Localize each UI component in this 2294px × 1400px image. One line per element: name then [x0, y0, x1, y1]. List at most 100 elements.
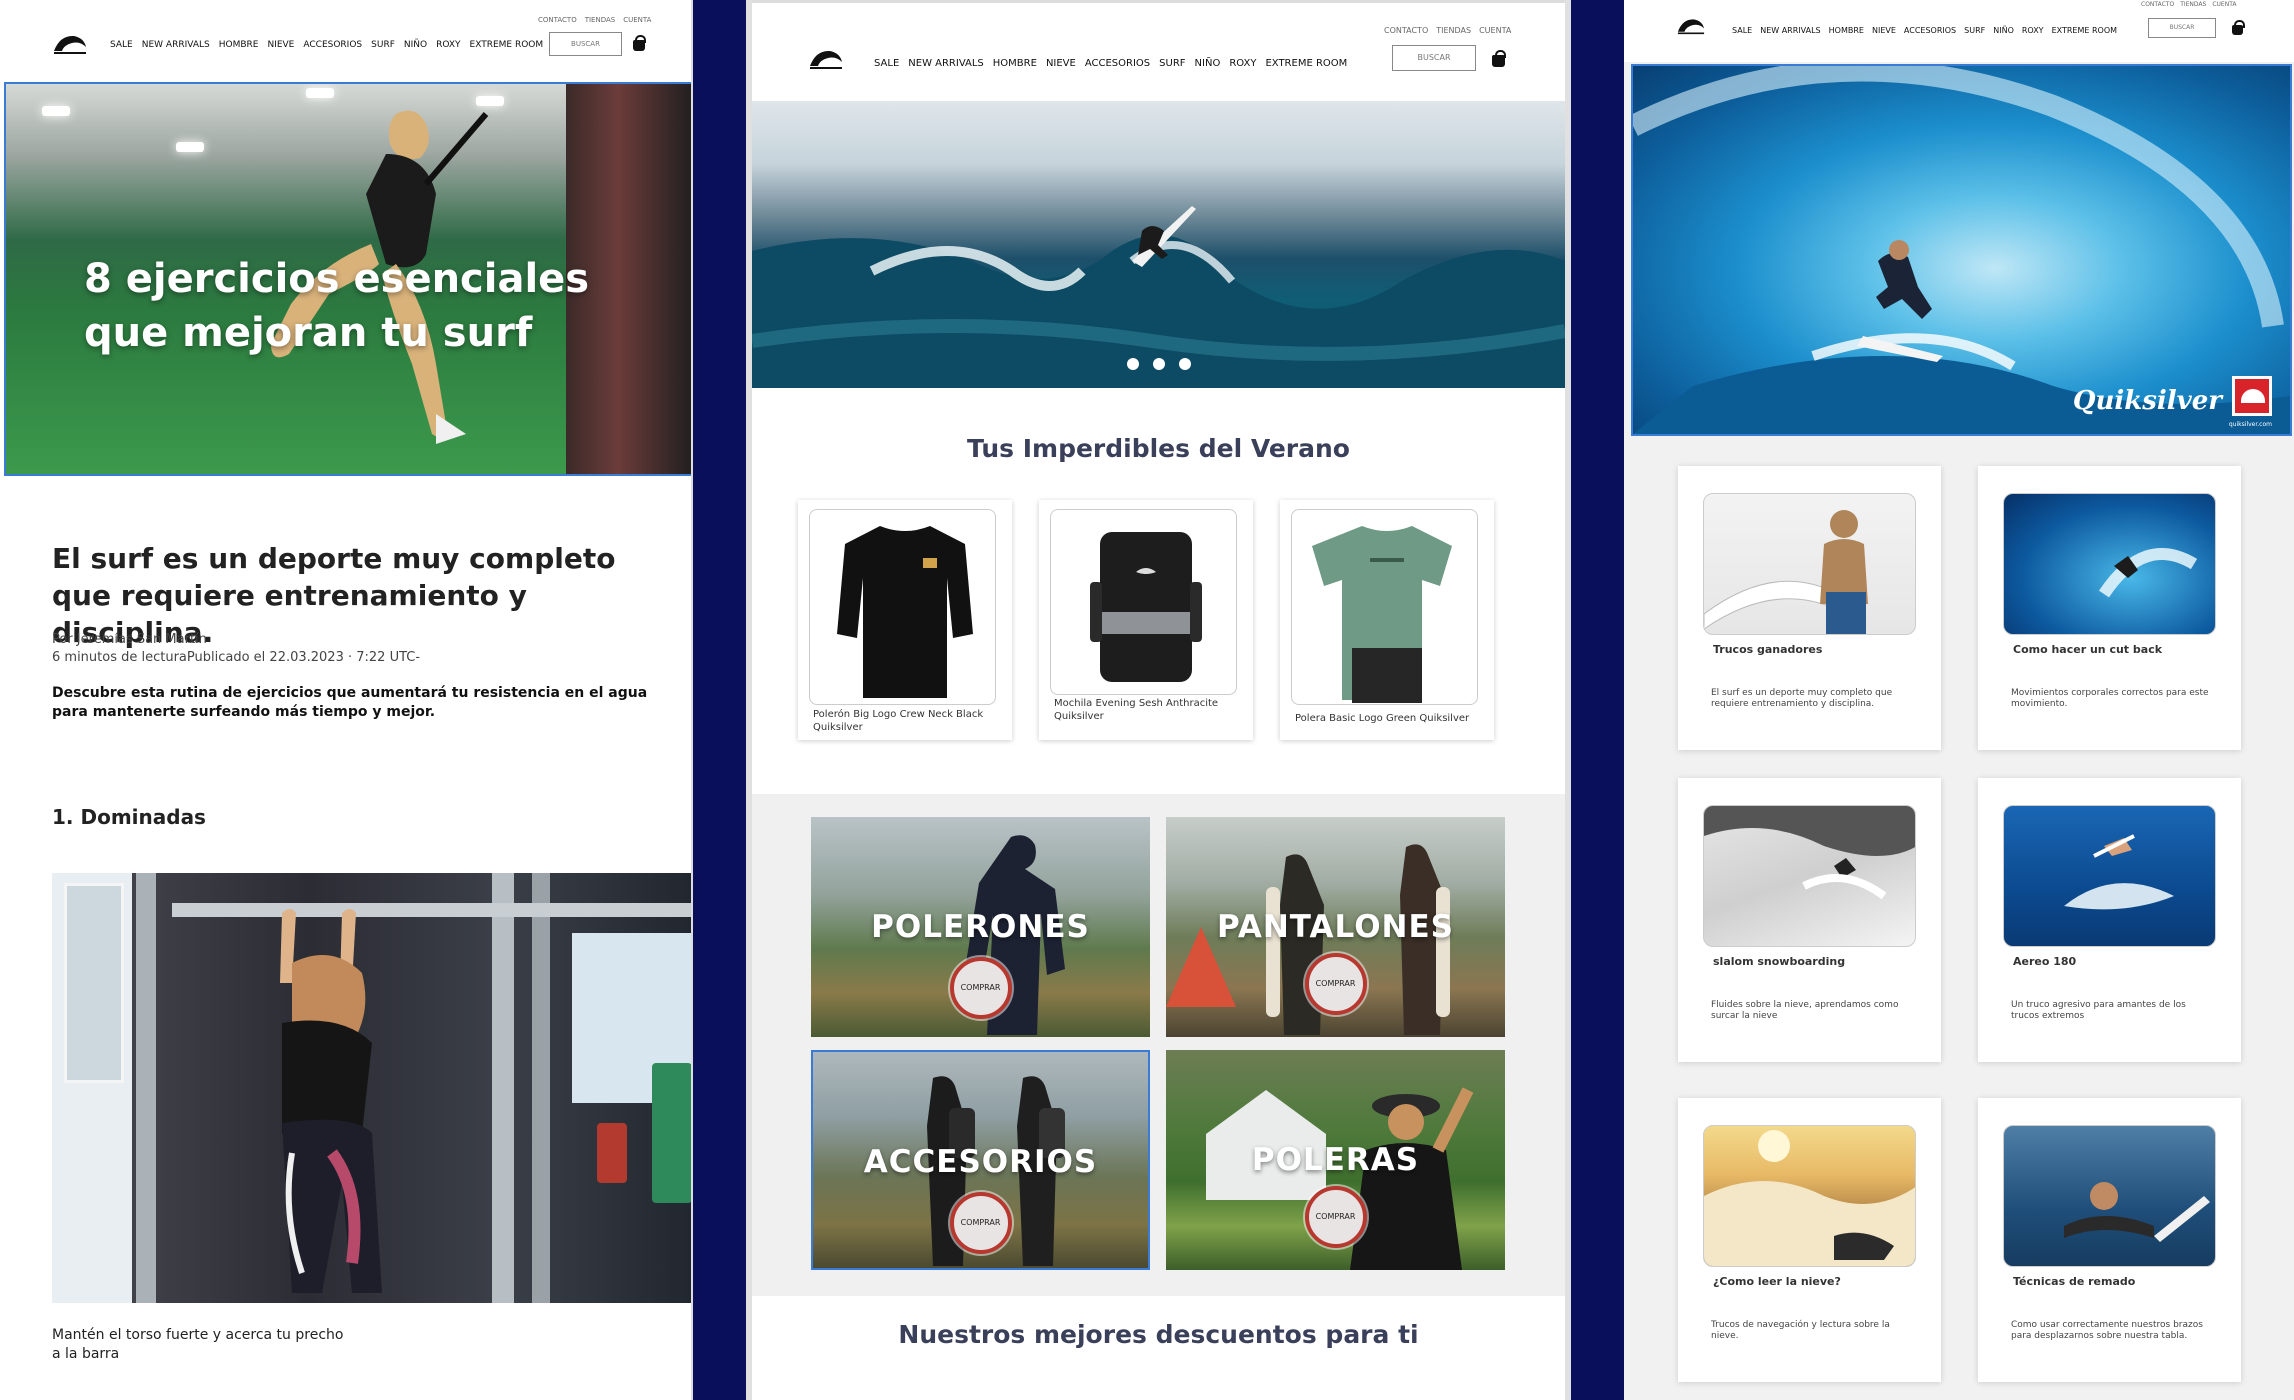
nav-accesorios[interactable]: ACCESORIOS	[1904, 26, 1956, 35]
featured-section: Tus Imperdibles del Verano Polerón Big L…	[752, 388, 1565, 794]
nav-nino[interactable]: NIÑO	[404, 40, 427, 50]
product-name[interactable]: Mochila Evening Sesh Anthracite Quiksilv…	[1054, 697, 1244, 723]
slider-dot-2[interactable]	[1152, 358, 1165, 370]
main-nav: SALE NEW ARRIVALS HOMBRE NIEVE ACCESORIO…	[874, 58, 1347, 69]
blog-card-image	[2003, 1125, 2216, 1267]
comprar-button[interactable]: COMPRAR	[1304, 1186, 1367, 1248]
site-header: SALE NEW ARRIVALS HOMBRE NIEVE ACCESORIO…	[752, 0, 1565, 101]
nav-new-arrivals[interactable]: NEW ARRIVALS	[142, 40, 210, 50]
nav-new-arrivals[interactable]: NEW ARRIVALS	[908, 58, 984, 69]
blog-card-desc: Como usar correctamente nuestros brazos …	[2011, 1320, 2203, 1341]
nav-surf[interactable]: SURF	[1159, 58, 1185, 69]
nav-extreme-room[interactable]: EXTREME ROOM	[2052, 26, 2117, 35]
blog-card[interactable]: ¿Como leer la nieve? Trucos de navegació…	[1678, 1098, 1941, 1382]
main-nav: SALE NEW ARRIVALS HOMBRE NIEVE ACCESORIO…	[110, 40, 543, 50]
util-contacto[interactable]: CONTACTO	[538, 16, 577, 24]
category-pantalones[interactable]: PANTALONES COMPRAR	[1166, 817, 1505, 1037]
util-tiendas[interactable]: TIENDAS	[585, 16, 616, 24]
util-tiendas[interactable]: TIENDAS	[1436, 26, 1471, 35]
nav-roxy[interactable]: ROXY	[2022, 26, 2044, 35]
discounts-title: Nuestros mejores descuentos para ti	[898, 1320, 1419, 1349]
nav-accesorios[interactable]: ACCESORIOS	[1085, 58, 1150, 69]
util-contacto[interactable]: CONTACTO	[2141, 1, 2174, 8]
utility-nav: CONTACTO TIENDAS CUENTA	[538, 16, 651, 24]
nav-extreme-room[interactable]: EXTREME ROOM	[1265, 58, 1347, 69]
util-contacto[interactable]: CONTACTO	[1384, 26, 1428, 35]
comprar-button[interactable]: COMPRAR	[949, 1192, 1012, 1254]
blog-card[interactable]: Como hacer un cut back Movimientos corpo…	[1978, 466, 2241, 750]
blog-card[interactable]: Trucos ganadores El surf es un deporte m…	[1678, 466, 1941, 750]
blog-card-title[interactable]: slalom snowboarding	[1713, 955, 1845, 968]
cart-bag-icon[interactable]	[633, 35, 646, 51]
product-card[interactable]: Mochila Evening Sesh Anthracite Quiksilv…	[1039, 500, 1253, 740]
blog-card-image	[2003, 493, 2216, 635]
category-poleras[interactable]: POLERAS COMPRAR	[1166, 1050, 1505, 1270]
nav-surf[interactable]: SURF	[1964, 26, 1985, 35]
nav-nieve[interactable]: NIEVE	[1046, 58, 1076, 69]
blog-card-desc: Fluides sobre la nieve, aprendamos como …	[1711, 1000, 1899, 1021]
brand-logo-icon[interactable]	[52, 33, 88, 55]
product-name[interactable]: Polerón Big Logo Crew Neck Black Quiksil…	[813, 708, 1003, 734]
brand-badge-icon	[2232, 376, 2272, 416]
search-button[interactable]: BUSCAR	[549, 32, 622, 56]
nav-sale[interactable]: SALE	[1732, 26, 1752, 35]
product-card[interactable]: Polerón Big Logo Crew Neck Black Quiksil…	[798, 500, 1012, 740]
nav-sale[interactable]: SALE	[110, 40, 133, 50]
nav-surf[interactable]: SURF	[371, 40, 395, 50]
brand-logo-icon[interactable]	[808, 48, 844, 70]
blog-card-title[interactable]: Aereo 180	[2013, 955, 2076, 968]
featured-title: Tus Imperdibles del Verano	[967, 434, 1350, 463]
category-label: ACCESORIOS	[863, 1144, 1098, 1180]
blog-card[interactable]: Aereo 180 Un truco agresivo para amantes…	[1978, 778, 2241, 1062]
cart-bag-icon[interactable]	[2232, 20, 2245, 35]
util-cuenta[interactable]: CUENTA	[623, 16, 651, 24]
nav-extreme-room[interactable]: EXTREME ROOM	[470, 40, 544, 50]
nav-accesorios[interactable]: ACCESORIOS	[303, 40, 362, 50]
blog-card-title[interactable]: Como hacer un cut back	[2013, 643, 2162, 656]
category-label: PANTALONES	[1217, 909, 1454, 945]
brand-logo-icon[interactable]	[1676, 17, 1706, 35]
nav-roxy[interactable]: ROXY	[1229, 58, 1256, 69]
nav-sale[interactable]: SALE	[874, 58, 899, 69]
product-card[interactable]: Polera Basic Logo Green Quiksilver	[1280, 500, 1494, 740]
product-name[interactable]: Polera Basic Logo Green Quiksilver	[1295, 712, 1485, 725]
blog-card-title[interactable]: Trucos ganadores	[1713, 643, 1822, 656]
blog-card-desc: Trucos de navegación y lectura sobre la …	[1711, 1320, 1890, 1341]
nav-nino[interactable]: NIÑO	[1195, 58, 1221, 69]
blog-card[interactable]: slalom snowboarding Fluides sobre la nie…	[1678, 778, 1941, 1062]
article-published: 6 minutos de lecturaPublicado el 22.03.2…	[52, 650, 421, 665]
nav-nieve[interactable]: NIEVE	[1872, 26, 1896, 35]
util-cuenta[interactable]: CUENTA	[2212, 1, 2236, 8]
site-header: SALE NEW ARRIVALS HOMBRE NIEVE ACCESORIO…	[0, 0, 691, 80]
nav-hombre[interactable]: HOMBRE	[993, 58, 1037, 69]
search-button[interactable]: BUSCAR	[1392, 45, 1476, 71]
nav-nieve[interactable]: NIEVE	[267, 40, 294, 50]
blog-card-title[interactable]: ¿Como leer la nieve?	[1713, 1275, 1841, 1288]
nav-hombre[interactable]: HOMBRE	[219, 40, 259, 50]
util-tiendas[interactable]: TIENDAS	[2180, 1, 2206, 8]
slider-dot-1[interactable]	[1126, 358, 1139, 370]
blog-card-title[interactable]: Técnicas de remado	[2013, 1275, 2135, 1288]
comprar-button[interactable]: COMPRAR	[1304, 953, 1367, 1015]
product-image	[1291, 509, 1478, 705]
comprar-button[interactable]: COMPRAR	[949, 957, 1012, 1019]
store-home-panel: SALE NEW ARRIVALS HOMBRE NIEVE ACCESORIO…	[746, 0, 1571, 1400]
blog-card[interactable]: Técnicas de remado Como usar correctamen…	[1978, 1098, 2241, 1382]
search-button[interactable]: BUSCAR	[2148, 18, 2216, 38]
utility-nav: CONTACTO TIENDAS CUENTA	[2141, 1, 2237, 8]
nav-roxy[interactable]: ROXY	[436, 40, 460, 50]
blog-card-image	[1703, 805, 1916, 947]
nav-hombre[interactable]: HOMBRE	[1829, 26, 1864, 35]
nav-nino[interactable]: NIÑO	[1993, 26, 2014, 35]
article-panel: SALE NEW ARRIVALS HOMBRE NIEVE ACCESORIO…	[0, 0, 693, 1400]
blog-panel: SALE NEW ARRIVALS HOMBRE NIEVE ACCESORIO…	[1624, 0, 2294, 1400]
util-cuenta[interactable]: CUENTA	[1479, 26, 1511, 35]
hero-slider[interactable]	[752, 101, 1565, 388]
slider-dot-3[interactable]	[1178, 358, 1191, 370]
nav-new-arrivals[interactable]: NEW ARRIVALS	[1760, 26, 1820, 35]
photo-caption: Mantén el torso fuerte y acerca tu prech…	[52, 1327, 344, 1362]
category-polerones[interactable]: POLERONES COMPRAR	[811, 817, 1150, 1037]
slider-dots	[752, 358, 1565, 370]
category-accesorios[interactable]: ACCESORIOS COMPRAR	[811, 1050, 1150, 1270]
cart-bag-icon[interactable]	[1492, 50, 1506, 67]
